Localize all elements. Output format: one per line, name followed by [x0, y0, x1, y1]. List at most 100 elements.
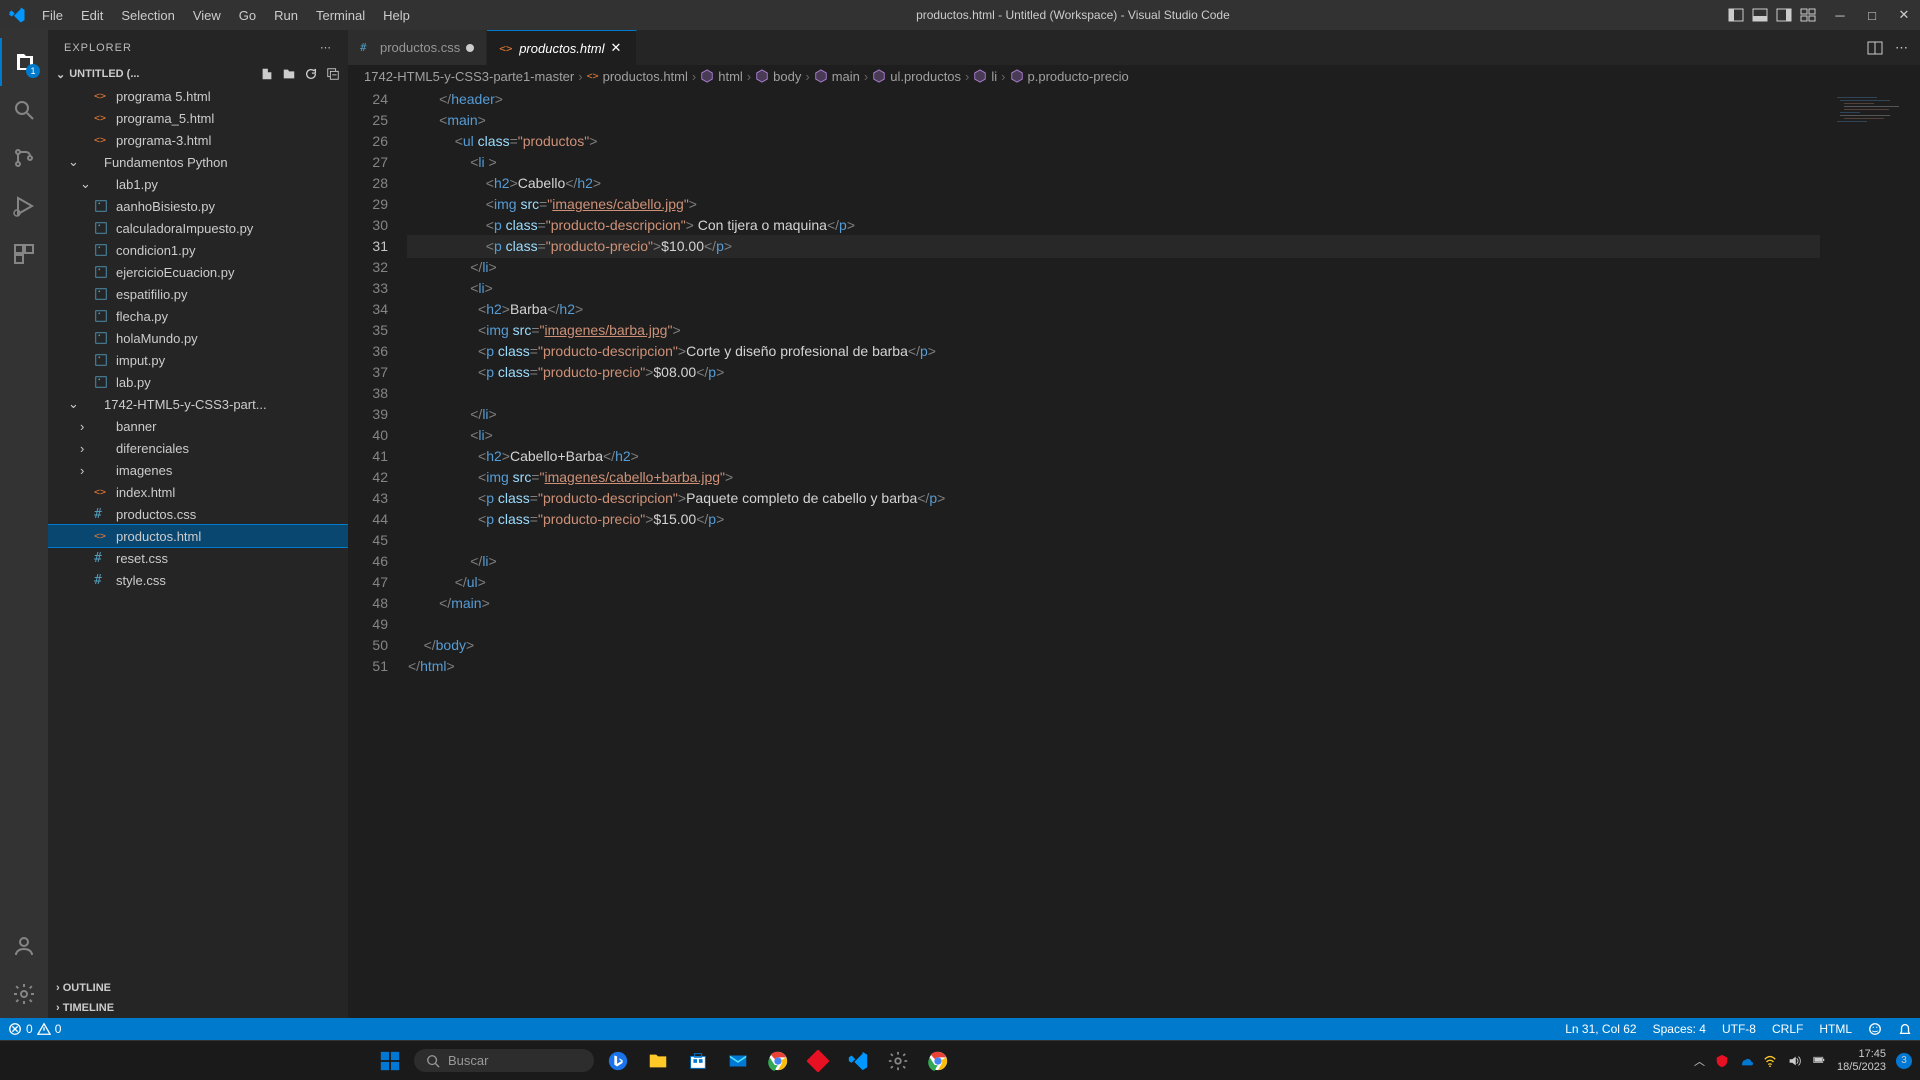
- code-line[interactable]: <h2>Cabello</h2>: [408, 173, 1820, 194]
- start-button[interactable]: [374, 1045, 406, 1077]
- breadcrumb-item[interactable]: li: [973, 69, 997, 84]
- code-line[interactable]: </header>: [408, 89, 1820, 110]
- breadcrumb-item[interactable]: body: [755, 69, 801, 84]
- toggle-secondary-sidebar-icon[interactable]: [1776, 7, 1792, 23]
- tray-notifications[interactable]: 3: [1896, 1053, 1912, 1069]
- code-line[interactable]: <li>: [408, 278, 1820, 299]
- taskbar-chrome-icon[interactable]: [762, 1045, 794, 1077]
- tree-file[interactable]: <>productos.html: [48, 525, 348, 547]
- tree-file[interactable]: <>index.html: [48, 481, 348, 503]
- code-line[interactable]: [408, 530, 1820, 551]
- menu-file[interactable]: File: [34, 4, 71, 27]
- taskbar-chrome2-icon[interactable]: [922, 1045, 954, 1077]
- code-line[interactable]: </li>: [408, 404, 1820, 425]
- code-line[interactable]: <main>: [408, 110, 1820, 131]
- taskbar-explorer-icon[interactable]: [642, 1045, 674, 1077]
- tree-folder[interactable]: ›imagenes: [48, 459, 348, 481]
- code-line[interactable]: <li >: [408, 152, 1820, 173]
- status-language[interactable]: HTML: [1819, 1022, 1852, 1036]
- tree-file[interactable]: <>programa 5.html: [48, 85, 348, 107]
- code-line[interactable]: <p class="producto-descripcion">Paquete …: [408, 488, 1820, 509]
- activity-extensions[interactable]: [0, 230, 48, 278]
- activity-search[interactable]: [0, 86, 48, 134]
- split-editor-icon[interactable]: [1867, 40, 1883, 56]
- outline-section[interactable]: › OUTLINE: [48, 978, 348, 998]
- tab-productos-css[interactable]: #productos.css: [348, 30, 487, 65]
- customize-layout-icon[interactable]: [1800, 7, 1816, 23]
- taskbar-store-icon[interactable]: [682, 1045, 714, 1077]
- code-line[interactable]: <ul class="productos">: [408, 131, 1820, 152]
- tree-file[interactable]: #productos.css: [48, 503, 348, 525]
- tray-volume-icon[interactable]: [1787, 1054, 1801, 1068]
- status-notifications-icon[interactable]: [1898, 1022, 1912, 1036]
- code-line[interactable]: <li>: [408, 425, 1820, 446]
- activity-accounts[interactable]: [0, 922, 48, 970]
- status-encoding[interactable]: UTF-8: [1722, 1022, 1756, 1036]
- code-line[interactable]: <p class="producto-descripcion">Corte y …: [408, 341, 1820, 362]
- tree-folder[interactable]: ⌄Fundamentos Python: [48, 151, 348, 173]
- tray-battery-icon[interactable]: [1811, 1055, 1827, 1067]
- tree-file[interactable]: calculadoraImpuesto.py: [48, 217, 348, 239]
- breadcrumb-item[interactable]: <>productos.html: [587, 69, 688, 84]
- close-button[interactable]: ✕: [1896, 7, 1912, 23]
- taskbar-settings-icon[interactable]: [882, 1045, 914, 1077]
- code-line[interactable]: </main>: [408, 593, 1820, 614]
- code-content[interactable]: </header> <main> <ul class="productos"> …: [408, 87, 1820, 1018]
- activity-explorer[interactable]: 1: [0, 38, 48, 86]
- code-line[interactable]: </html>: [408, 656, 1820, 677]
- tree-file[interactable]: <>programa-3.html: [48, 129, 348, 151]
- code-line[interactable]: </body>: [408, 635, 1820, 656]
- menu-edit[interactable]: Edit: [73, 4, 111, 27]
- tray-onedrive-icon[interactable]: [1739, 1054, 1753, 1068]
- toggle-primary-sidebar-icon[interactable]: [1728, 7, 1744, 23]
- tree-file[interactable]: #style.css: [48, 569, 348, 591]
- status-feedback-icon[interactable]: [1868, 1022, 1882, 1036]
- tray-chevron-icon[interactable]: ︿: [1694, 1053, 1705, 1069]
- menu-run[interactable]: Run: [266, 4, 306, 27]
- breadcrumb-item[interactable]: html: [700, 69, 743, 84]
- breadcrumb-item[interactable]: 1742-HTML5-y-CSS3-parte1-master: [364, 69, 574, 84]
- status-problems[interactable]: 0 0: [8, 1022, 61, 1036]
- menu-selection[interactable]: Selection: [113, 4, 182, 27]
- tree-file[interactable]: aanhoBisiesto.py: [48, 195, 348, 217]
- code-line[interactable]: <img src="imagenes/barba.jpg">: [408, 320, 1820, 341]
- tree-folder[interactable]: ›banner: [48, 415, 348, 437]
- taskbar-bing-icon[interactable]: [602, 1045, 634, 1077]
- taskbar-search[interactable]: Buscar: [414, 1049, 594, 1072]
- tree-file[interactable]: lab.py: [48, 371, 348, 393]
- editor-body[interactable]: 2425262728293031323334353637383940414243…: [348, 87, 1920, 1018]
- workspace-folder-header[interactable]: ⌄ UNTITLED (...: [48, 65, 348, 83]
- tray-wifi-icon[interactable]: [1763, 1054, 1777, 1068]
- activity-source-control[interactable]: [0, 134, 48, 182]
- more-actions-icon[interactable]: ⋯: [1895, 40, 1908, 56]
- tree-file[interactable]: #reset.css: [48, 547, 348, 569]
- tree-file[interactable]: holaMundo.py: [48, 327, 348, 349]
- code-line[interactable]: <p class="producto-precio">$08.00</p>: [408, 362, 1820, 383]
- code-line[interactable]: <img src="imagenes/cabello+barba.jpg">: [408, 467, 1820, 488]
- tree-file[interactable]: condicion1.py: [48, 239, 348, 261]
- taskbar-vscode-icon[interactable]: [842, 1045, 874, 1077]
- code-line[interactable]: </li>: [408, 551, 1820, 572]
- code-line[interactable]: <h2>Barba</h2>: [408, 299, 1820, 320]
- code-line[interactable]: [408, 383, 1820, 404]
- tree-file[interactable]: <>programa_5.html: [48, 107, 348, 129]
- menu-view[interactable]: View: [185, 4, 229, 27]
- tree-file[interactable]: flecha.py: [48, 305, 348, 327]
- maximize-button[interactable]: □: [1864, 7, 1880, 23]
- minimize-button[interactable]: ─: [1832, 7, 1848, 23]
- status-eol[interactable]: CRLF: [1772, 1022, 1803, 1036]
- breadcrumb[interactable]: 1742-HTML5-y-CSS3-parte1-master›<>produc…: [348, 65, 1920, 87]
- code-line[interactable]: [408, 614, 1820, 635]
- code-line[interactable]: <p class="producto-precio">$10.00</p>: [408, 236, 1820, 257]
- activity-settings[interactable]: [0, 970, 48, 1018]
- menu-go[interactable]: Go: [231, 4, 264, 27]
- breadcrumb-item[interactable]: main: [814, 69, 860, 84]
- close-tab-icon[interactable]: ✕: [610, 40, 624, 56]
- tree-folder[interactable]: ⌄lab1.py: [48, 173, 348, 195]
- status-cursor[interactable]: Ln 31, Col 62: [1565, 1022, 1636, 1036]
- timeline-section[interactable]: › TIMELINE: [48, 998, 348, 1018]
- code-line[interactable]: </ul>: [408, 572, 1820, 593]
- tree-file[interactable]: espatifilio.py: [48, 283, 348, 305]
- tree-file[interactable]: imput.py: [48, 349, 348, 371]
- collapse-all-icon[interactable]: [326, 67, 340, 81]
